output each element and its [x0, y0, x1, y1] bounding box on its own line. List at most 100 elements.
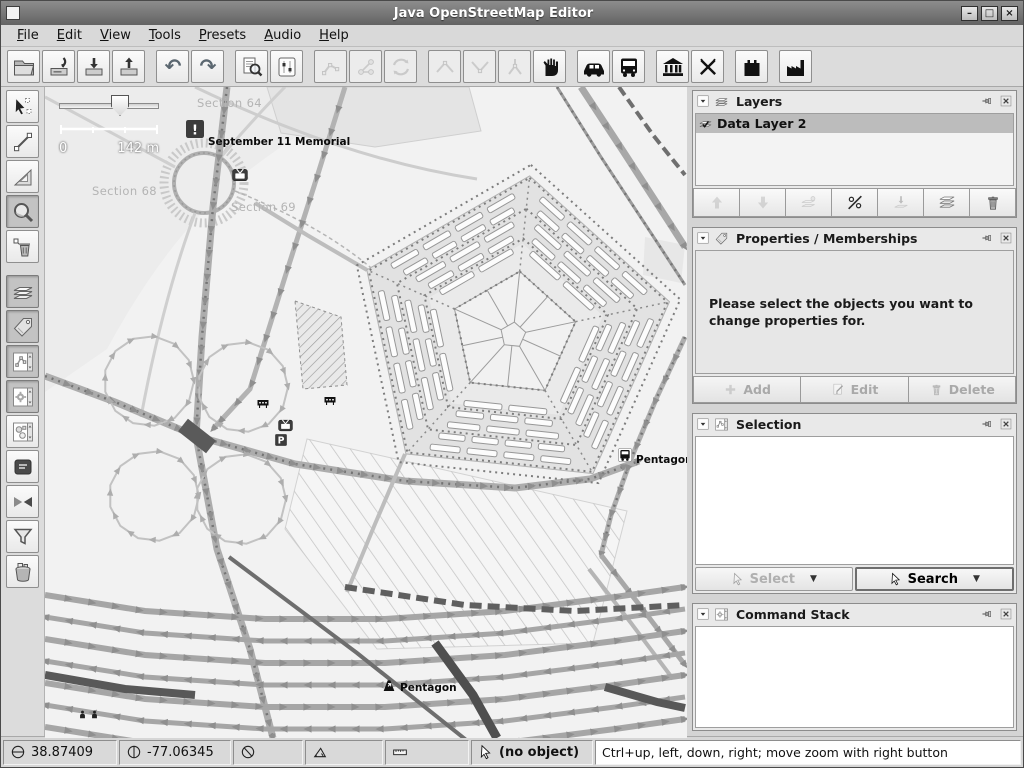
layer-check-icon[interactable]	[698, 116, 713, 131]
toggle-notes-panel-button[interactable]	[6, 450, 39, 483]
menu-edit[interactable]: Edit	[49, 26, 90, 45]
preset-works-button[interactable]	[779, 50, 812, 83]
collapse-icon[interactable]	[696, 231, 710, 245]
setsquare-icon	[11, 165, 35, 189]
add-property-button[interactable]: Add	[693, 376, 801, 403]
select-tool-button[interactable]	[6, 90, 39, 123]
map-canvas[interactable]: Section 64Section 68Section 69September …	[45, 87, 687, 738]
zoom-slider[interactable]	[59, 95, 159, 117]
close-icon[interactable]	[999, 231, 1013, 245]
combine-ways-button[interactable]	[463, 50, 496, 83]
preset-museum-button[interactable]	[656, 50, 689, 83]
delete-property-button[interactable]: Delete	[909, 376, 1016, 403]
close-icon[interactable]	[999, 94, 1013, 108]
selection-list[interactable]	[695, 436, 1014, 565]
preferences-button[interactable]	[270, 50, 303, 83]
menu-help[interactable]: Help	[311, 26, 357, 45]
zoom-slider-track[interactable]	[59, 103, 159, 109]
layer-duplicate-button[interactable]	[924, 188, 970, 217]
close-icon[interactable]	[999, 417, 1013, 431]
properties-panel-header: Properties / Memberships	[693, 228, 1016, 248]
reverse-way-button[interactable]	[498, 50, 531, 83]
toolbar-separator	[225, 52, 234, 82]
collapse-icon[interactable]	[696, 607, 710, 621]
toggle-command-stack-panel-button[interactable]	[6, 380, 39, 413]
draw-nodes-tool-button[interactable]	[6, 125, 39, 158]
open-file-button[interactable]	[7, 50, 40, 83]
properties-body[interactable]: Please select the objects you want to ch…	[695, 250, 1014, 374]
collapse-icon[interactable]	[696, 94, 710, 108]
menu-bar: FileEditViewToolsPresetsAudioHelp	[1, 25, 1023, 47]
preset-car-button[interactable]	[577, 50, 610, 83]
layer-visibility-button[interactable]	[832, 188, 878, 217]
map-area-label: Section 68	[92, 184, 157, 198]
preset-restaurant-button[interactable]	[691, 50, 724, 83]
scale-bar: 0 142 m	[59, 121, 159, 156]
search-button[interactable]: Search ▼	[855, 567, 1015, 591]
save-button[interactable]	[42, 50, 75, 83]
menu-file[interactable]: File	[9, 26, 47, 45]
search-presets-button[interactable]	[235, 50, 268, 83]
menu-tools[interactable]: Tools	[141, 26, 189, 45]
layer-name: Data Layer 2	[717, 116, 806, 131]
preset-castle-button[interactable]	[735, 50, 768, 83]
split-way-button[interactable]	[428, 50, 461, 83]
update-data-button[interactable]	[384, 50, 417, 83]
menu-presets[interactable]: Presets	[191, 26, 254, 45]
unglue-icon	[319, 55, 343, 79]
redo-button[interactable]	[191, 50, 224, 83]
layer-move-down-button[interactable]	[740, 188, 786, 217]
delete-tool-button[interactable]	[6, 230, 39, 263]
ruler-icon	[392, 744, 408, 760]
pin-icon[interactable]	[981, 417, 995, 431]
minimize-button[interactable]: –	[961, 6, 978, 21]
menu-audio[interactable]: Audio	[256, 26, 309, 45]
toggle-relations-panel-button[interactable]	[6, 415, 39, 448]
pin-icon[interactable]	[981, 231, 995, 245]
split3-icon	[503, 55, 527, 79]
preset-bus-button[interactable]	[612, 50, 645, 83]
collapse-icon[interactable]	[696, 417, 710, 431]
toggle-conflicts-panel-button[interactable]	[6, 485, 39, 518]
menu-view[interactable]: View	[92, 26, 139, 45]
undo-button[interactable]	[156, 50, 189, 83]
measure-tool-button[interactable]	[6, 160, 39, 193]
close-icon[interactable]	[999, 607, 1013, 621]
edit-property-button[interactable]: Edit	[801, 376, 908, 403]
toggle-changeset-panel-button[interactable]	[6, 555, 39, 588]
zoom-tool-button[interactable]	[6, 195, 39, 228]
select-button[interactable]: Select ▼	[695, 567, 853, 591]
map-poi-label: Pentagon	[636, 454, 687, 466]
layer-merge-down-button[interactable]	[878, 188, 924, 217]
zoom-slider-handle[interactable]	[111, 95, 129, 116]
layer-list[interactable]: Data Layer 2	[695, 113, 1014, 186]
toolbar-separator	[304, 52, 313, 82]
tv-icon	[279, 420, 293, 431]
unglue-ways-button[interactable]	[314, 50, 347, 83]
layer-row[interactable]: Data Layer 2	[696, 114, 1013, 133]
toggle-layers-panel-button[interactable]	[6, 275, 39, 308]
status-help-field: Ctrl+up, left, down, right; move zoom wi…	[595, 740, 1021, 765]
longitude-value: -77.06345	[147, 745, 214, 760]
layer-merge-button[interactable]	[786, 188, 832, 217]
download-data-button[interactable]	[77, 50, 110, 83]
toggle-selection-panel-button[interactable]	[6, 345, 39, 378]
stop-action-button[interactable]	[533, 50, 566, 83]
merge-nodes-button[interactable]	[349, 50, 382, 83]
edit-label: Edit	[851, 382, 879, 397]
layers-icon	[11, 280, 35, 304]
command-stack-list[interactable]	[695, 626, 1014, 728]
pin-icon[interactable]	[981, 94, 995, 108]
toggle-filter-panel-button[interactable]	[6, 520, 39, 553]
toolbar-separator	[418, 52, 427, 82]
toggle-properties-panel-button[interactable]	[6, 310, 39, 343]
upload-data-button[interactable]	[112, 50, 145, 83]
layer-move-up-button[interactable]	[693, 188, 740, 217]
close-button[interactable]: ×	[1001, 6, 1018, 21]
layer-delete-button[interactable]	[970, 188, 1016, 217]
toggle-icon	[275, 55, 299, 79]
museum-icon	[661, 55, 685, 79]
select-label: Select	[750, 572, 795, 587]
maximize-button[interactable]: □	[981, 6, 998, 21]
pin-icon[interactable]	[981, 607, 995, 621]
